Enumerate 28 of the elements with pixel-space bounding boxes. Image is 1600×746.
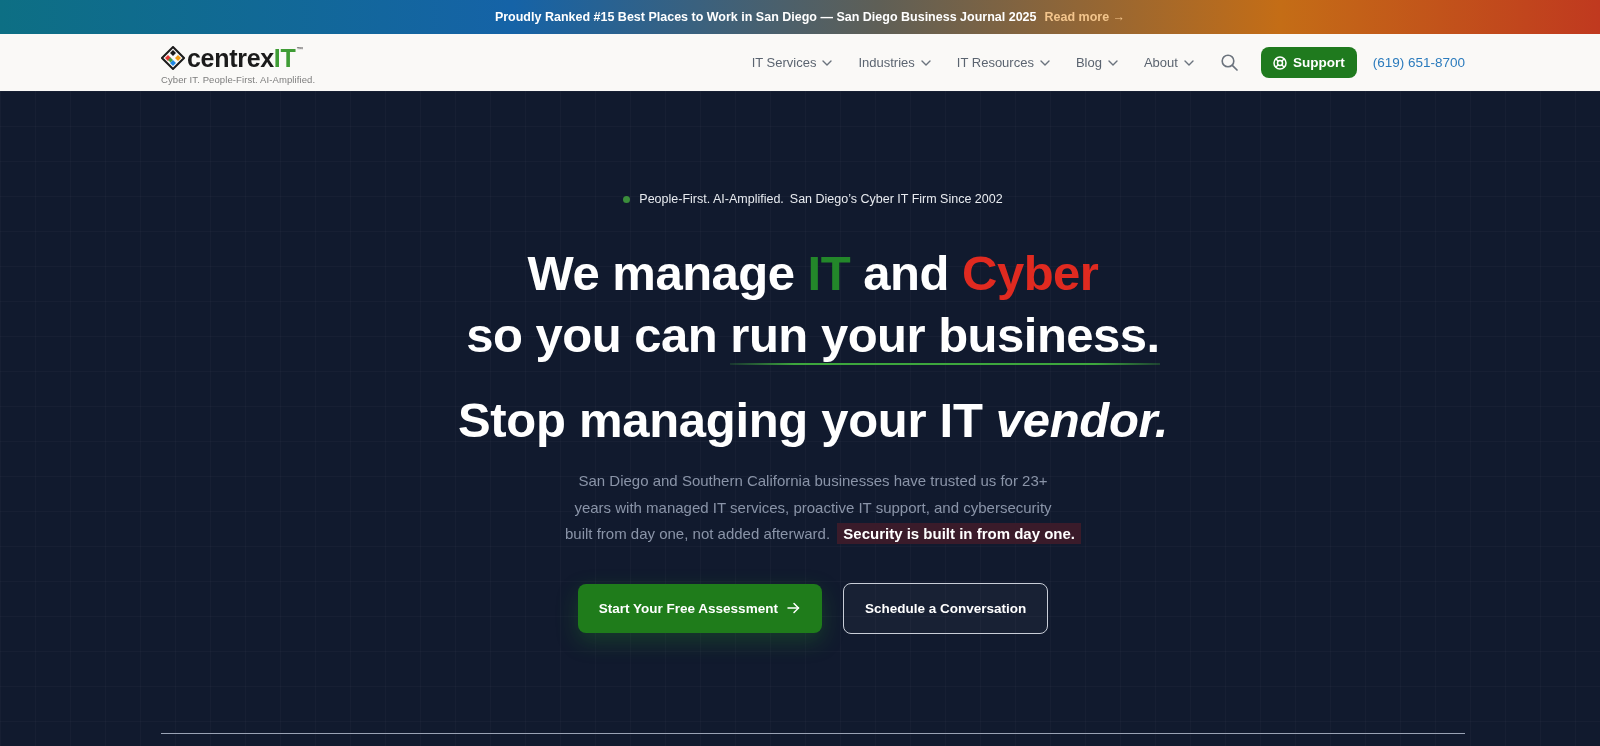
chevron-down-icon <box>1183 59 1194 66</box>
dot-icon <box>623 195 631 203</box>
nav-item[interactable]: Industries <box>858 47 931 78</box>
logo-wordmark[interactable]: centrexIT$^{™}$ <box>187 44 304 71</box>
badge-text: San Diego’s Cyber IT Firm Since 2002 <box>789 192 1003 206</box>
read-more-link[interactable]: Read more → <box>1044 10 1126 24</box>
badge-tagline: People-First. AI-Amplified. <box>639 192 784 206</box>
chevron-down-icon <box>920 59 931 66</box>
phone-link[interactable]: (619) 651-8700 <box>1372 55 1465 70</box>
search-icon[interactable] <box>1220 54 1238 71</box>
chevron-down-icon <box>1039 59 1050 66</box>
chevron-down-icon <box>1107 59 1118 66</box>
lifebuoy-icon <box>1272 55 1287 70</box>
schedule-button[interactable]: Schedule a Conversation <box>842 582 1049 634</box>
support-button[interactable]: Support <box>1260 47 1357 78</box>
hero-subheadline: Stop managing your IT vendor. <box>457 392 1168 449</box>
nav-item[interactable]: Blog <box>1075 47 1118 78</box>
logo-tagline: Cyber IT. People-First. AI-Amplified. <box>161 73 316 85</box>
hero-description: San Diego and Southern California businesses have trusted us for 23+ years with managed IT services, proactive IT support, and cybersecurity built from day one, not added afterward. Security is built in from day one. <box>541 468 1085 548</box>
nav-item[interactable]: IT Services <box>751 47 833 78</box>
assessment-button[interactable]: Start Your Free Assessment <box>577 583 822 633</box>
logo-icon[interactable] <box>161 45 185 70</box>
hero-headline: We manage IT and Cyber so you can run your business. <box>466 242 1160 366</box>
nav-item[interactable]: IT Resources <box>956 47 1050 78</box>
nav-item[interactable]: About <box>1143 47 1194 78</box>
announcement-text: Proudly Ranked #15 Best Places to Work in San Diego — San Diego Business Journal 2025 <box>494 10 1037 24</box>
arrow-right-icon <box>786 602 800 614</box>
chevron-down-icon <box>822 59 833 66</box>
